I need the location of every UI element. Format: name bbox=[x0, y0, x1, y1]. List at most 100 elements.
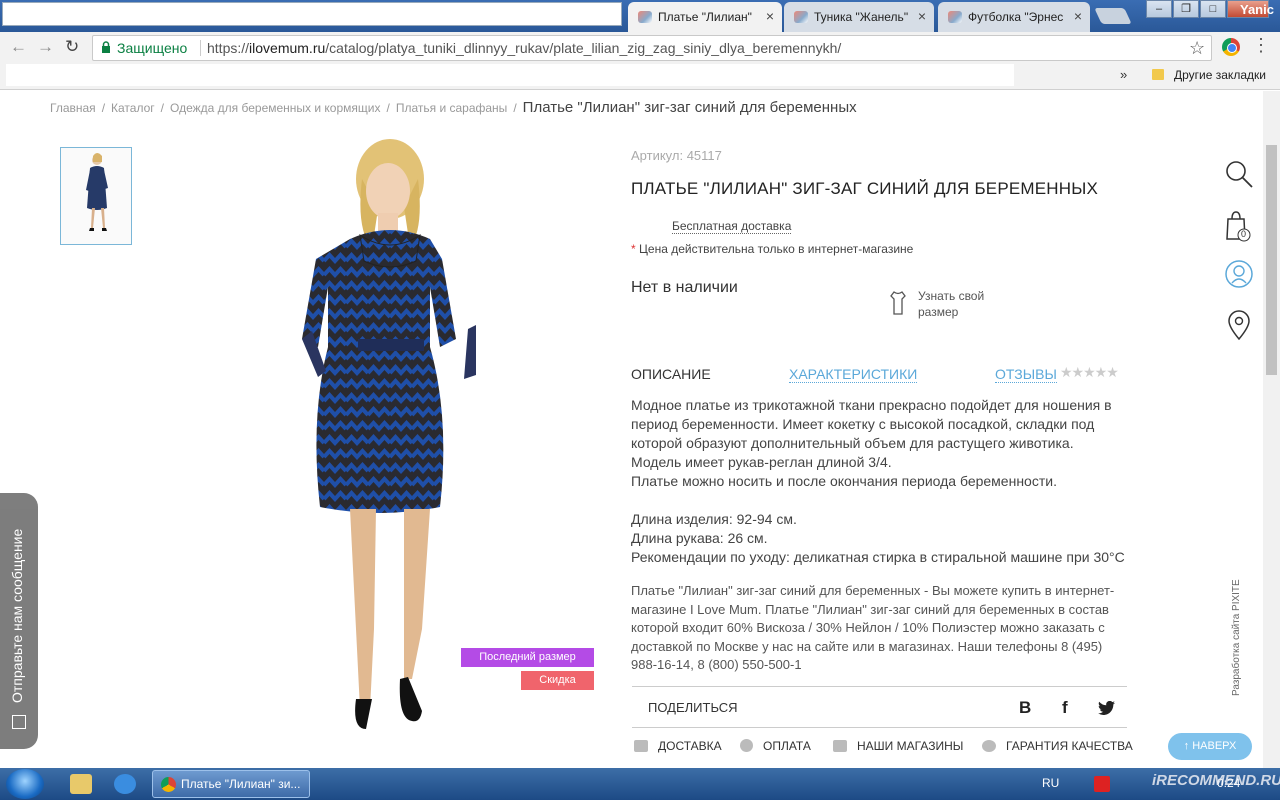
breadcrumb-separator: / bbox=[386, 101, 390, 115]
seo-text: Платье "Лилиан" зиг-заг синий для береме… bbox=[631, 583, 1115, 672]
badge-sale: Скидка bbox=[521, 671, 594, 690]
tab-characteristics[interactable]: ХАРАКТЕРИСТИКИ bbox=[789, 366, 918, 383]
cart-icon[interactable] bbox=[1224, 209, 1254, 243]
close-tab-icon[interactable]: × bbox=[766, 8, 774, 24]
tab-reviews[interactable]: ОТЗЫВЫ bbox=[995, 366, 1057, 383]
taskbar-chrome-window[interactable]: Платье "Лилиан" зи... bbox=[152, 770, 310, 798]
browser-toolbar: ← → ↻ Защищено https://ilovemum.ru/catal… bbox=[0, 32, 1280, 62]
explorer-icon[interactable] bbox=[70, 774, 92, 794]
info-link-quality[interactable]: ГАРАНТИЯ КАЧЕСТВА bbox=[982, 739, 1133, 753]
store-icon bbox=[833, 740, 847, 752]
bookmarks-blank-area bbox=[6, 64, 1014, 86]
feedback-label: Отправьте нам сообщение bbox=[9, 528, 25, 703]
location-pin-icon[interactable] bbox=[1224, 309, 1254, 341]
breadcrumb-link-maternity[interactable]: Одежда для беременных и кормящих bbox=[170, 101, 380, 115]
divider bbox=[632, 727, 1127, 728]
url-text[interactable]: https://ilovemum.ru/catalog/platya_tunik… bbox=[207, 36, 841, 60]
forward-icon[interactable]: → bbox=[37, 37, 54, 57]
url-host: ilovemum.ru bbox=[249, 40, 326, 56]
info-link-payment[interactable]: ОПЛАТА bbox=[740, 739, 811, 753]
page-scrollbar[interactable] bbox=[1263, 91, 1280, 768]
secure-label: Защищено bbox=[117, 40, 188, 56]
restore-button[interactable]: ❐ bbox=[1173, 0, 1199, 18]
browser-tab-strip: Платье "Лилиан" × Туника "Жанель" × Футб… bbox=[0, 0, 1280, 32]
tab-zhanel[interactable]: Туника "Жанель" × bbox=[784, 2, 934, 32]
web-page: Главная / Каталог / Одежда для беременных и … bbox=[0, 91, 1280, 768]
breadcrumb-separator: / bbox=[160, 101, 164, 115]
scrollbar-thumb[interactable] bbox=[1266, 145, 1277, 375]
internet-explorer-icon[interactable] bbox=[114, 774, 136, 794]
extension-icon[interactable] bbox=[1222, 38, 1240, 56]
info-link-stores[interactable]: НАШИ МАГАЗИНЫ bbox=[833, 739, 963, 753]
info-link-label: ОПЛАТА bbox=[763, 739, 811, 753]
folder-icon bbox=[1152, 69, 1164, 80]
url-scheme: https:// bbox=[207, 40, 250, 56]
search-icon[interactable] bbox=[1224, 159, 1254, 189]
tab-label: Футболка "Эрнес bbox=[968, 10, 1064, 24]
rating-stars: ★★★★★ bbox=[1060, 364, 1119, 380]
thumbnail-image bbox=[86, 153, 108, 231]
info-link-label: ДОСТАВКА bbox=[658, 739, 722, 753]
breadcrumb-link-dresses[interactable]: Платья и сарафаны bbox=[396, 101, 507, 115]
tab-lilian[interactable]: Платье "Лилиан" × bbox=[628, 2, 782, 32]
tab-label: Платье "Лилиан" bbox=[658, 10, 752, 24]
new-tab-button[interactable] bbox=[1094, 8, 1132, 24]
account-icon[interactable] bbox=[1224, 259, 1254, 289]
tab-strip-blank-area bbox=[2, 2, 622, 26]
tab-ernest[interactable]: Футболка "Эрнес × bbox=[938, 2, 1090, 32]
ruble-icon bbox=[740, 739, 753, 752]
developer-credit[interactable]: Разработка сайта PIXITE bbox=[1231, 579, 1242, 696]
close-tab-icon[interactable]: × bbox=[918, 8, 926, 24]
description-paragraph: Модель имеет рукав-реглан длиной 3/4. bbox=[631, 454, 892, 470]
breadcrumb-link-catalog[interactable]: Каталог bbox=[111, 101, 155, 115]
watermark: iRECOMMEND.RU bbox=[1152, 772, 1280, 789]
divider bbox=[632, 686, 1127, 687]
description-paragraph: Модное платье из трикотажной ткани прекр… bbox=[631, 397, 1112, 451]
tab-label: Туника "Жанель" bbox=[814, 10, 909, 24]
size-guide-link[interactable]: Узнать свой размер bbox=[918, 288, 998, 320]
description-length: Длина изделия: 92-94 см. bbox=[631, 511, 797, 527]
twitter-icon[interactable] bbox=[1098, 701, 1115, 715]
info-link-delivery[interactable]: ДОСТАВКА bbox=[634, 739, 722, 753]
bookmarks-overflow-button[interactable]: » bbox=[1120, 67, 1127, 82]
favicon-icon bbox=[638, 11, 652, 23]
start-button[interactable] bbox=[6, 769, 44, 799]
close-tab-icon[interactable]: × bbox=[1074, 8, 1082, 24]
vk-icon[interactable]: В bbox=[1019, 698, 1031, 718]
scroll-to-top-button[interactable]: ↑ НАВЕРХ bbox=[1168, 733, 1252, 760]
facebook-icon[interactable]: f bbox=[1062, 698, 1068, 718]
feedback-tab[interactable]: Отправьте нам сообщение bbox=[0, 493, 38, 749]
size-guide-icon[interactable] bbox=[888, 291, 908, 315]
reload-icon[interactable]: ↻ bbox=[65, 37, 79, 57]
truck-icon bbox=[634, 740, 648, 752]
url-path: /catalog/platya_tuniki_dlinnyy_rukav/pla… bbox=[325, 40, 842, 56]
minimize-button[interactable]: – bbox=[1146, 0, 1172, 18]
close-icon[interactable] bbox=[12, 715, 26, 729]
product-thumbnail[interactable] bbox=[60, 147, 132, 245]
clock[interactable]: 0:24 bbox=[1217, 776, 1240, 790]
windows-taskbar: Платье "Лилиан" зи... RU iRECOMMEND.RU 0… bbox=[0, 768, 1280, 800]
other-bookmarks-link[interactable]: Другие закладки bbox=[1174, 68, 1266, 82]
url-divider bbox=[200, 40, 201, 56]
breadcrumb-current: Платье "Лилиан" зиг-заг синий для береме… bbox=[522, 99, 857, 116]
menu-icon[interactable]: ⋮ bbox=[1252, 35, 1270, 56]
profile-name[interactable]: Yanic bbox=[1240, 2, 1274, 17]
info-link-label: ГАРАНТИЯ КАЧЕСТВА bbox=[1006, 739, 1133, 753]
language-indicator[interactable]: RU bbox=[1042, 776, 1059, 790]
price-note: * Цена действительна только в интернет-м… bbox=[631, 242, 913, 256]
description-paragraph: Платье можно носить и после окончания пе… bbox=[631, 473, 1057, 489]
address-bar[interactable]: Защищено https://ilovemum.ru/catalog/pla… bbox=[92, 35, 1212, 61]
breadcrumb: Главная / Каталог / Одежда для беременных и … bbox=[50, 99, 857, 116]
free-delivery-link[interactable]: Бесплатная доставка bbox=[672, 219, 792, 234]
taskbar-window-label: Платье "Лилиан" зи... bbox=[181, 777, 301, 791]
share-label: ПОДЕЛИТЬСЯ bbox=[648, 700, 738, 715]
cart-count: 0 bbox=[1241, 229, 1247, 239]
back-icon[interactable]: ← bbox=[10, 37, 27, 57]
bookmark-star-icon[interactable]: ☆ bbox=[1189, 36, 1205, 60]
description-sleeve: Длина рукава: 26 см. bbox=[631, 530, 768, 546]
price-note-text: Цена действительна только в интернет-маг… bbox=[639, 242, 914, 256]
tab-description[interactable]: ОПИСАНИЕ bbox=[631, 366, 711, 382]
antivirus-icon[interactable] bbox=[1094, 776, 1110, 792]
breadcrumb-link-home[interactable]: Главная bbox=[50, 101, 96, 115]
maximize-button[interactable]: □ bbox=[1200, 0, 1226, 18]
